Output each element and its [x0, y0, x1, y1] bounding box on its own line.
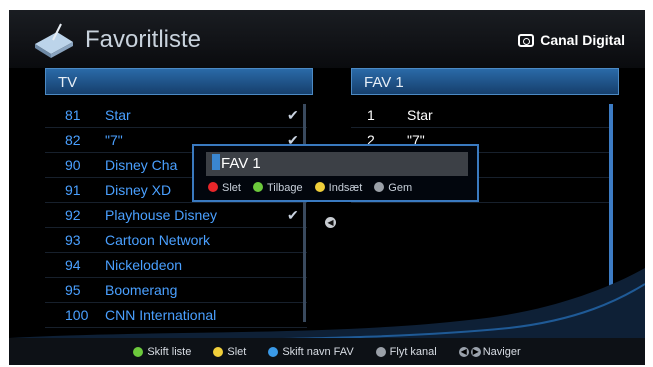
fav-channel-name: Star: [407, 107, 433, 123]
channel-name: "7": [105, 132, 123, 148]
color-button-icon: [314, 182, 325, 192]
channel-number: 92: [65, 207, 81, 223]
canal-digital-icon: [518, 33, 535, 47]
channel-name: Cartoon Network: [105, 232, 211, 248]
footer-hint-3: Flyt kanal: [375, 345, 437, 358]
dialog-action-tilbage[interactable]: Tilbage: [252, 182, 303, 194]
channel-number: 81: [65, 107, 81, 123]
fav-channel-number: 1: [367, 107, 375, 123]
footer-hint-4: ◀ ▶ Naviger: [458, 345, 521, 358]
dialog-action-gem[interactable]: Gem: [374, 182, 412, 194]
channel-number: 93: [65, 232, 81, 248]
favorite-name-value: FAV 1: [221, 155, 261, 172]
color-button-icon: [213, 346, 224, 357]
channel-name: Disney XD: [105, 182, 172, 198]
tv-list-header[interactable]: TV: [45, 68, 313, 95]
color-button-icon: [374, 182, 385, 192]
color-button-icon: [268, 346, 279, 357]
footer-hint-label: Skift liste: [147, 345, 192, 358]
color-button-icon: [252, 182, 263, 192]
favorite-name-input[interactable]: FAV 1: [206, 152, 468, 176]
dialog-action-label: Gem: [388, 182, 413, 194]
tv-channel-row[interactable]: 81 Star ✔: [45, 103, 307, 128]
tv-channel-row[interactable]: 93 Cartoon Network: [45, 228, 307, 253]
brand-logo: Canal Digital: [518, 32, 625, 48]
dialog-action-label: Tilbage: [266, 182, 303, 194]
footer-hint-label: Naviger: [482, 345, 521, 358]
rename-favorite-dialog: FAV 1 Slet Tilbage Indsæt Gem: [192, 144, 479, 202]
channel-name: Playhouse Disney: [105, 207, 218, 223]
channel-name: Disney Cha: [105, 157, 178, 173]
checkmark-icon: ✔: [287, 107, 299, 123]
footer-hint-0: Skift liste: [133, 346, 191, 358]
channel-name: Star: [105, 107, 131, 123]
checkmark-icon: ✔: [287, 207, 299, 223]
tv-channel-row[interactable]: 92 Playhouse Disney ✔: [45, 203, 307, 228]
move-left-arrow-icon[interactable]: ◀: [325, 217, 336, 228]
dialog-action-label: Indsæt: [328, 182, 363, 194]
header-bar: Favoritliste Canal Digital: [9, 10, 645, 68]
channel-number: 91: [65, 182, 81, 198]
right-arrow-icon: ▶: [470, 346, 481, 357]
channel-number: 90: [65, 157, 81, 173]
footer-hint-label: Skift navn FAV: [282, 345, 354, 358]
page-title: Favoritliste: [85, 26, 202, 53]
footer-hint-label: Slet: [227, 345, 247, 358]
channel-number: 82: [65, 132, 81, 148]
favorites-logo-icon: [35, 23, 73, 58]
fav-channel-row[interactable]: 1 Star: [351, 103, 613, 128]
dialog-action-slet[interactable]: Slet: [208, 182, 241, 194]
color-button-icon: [208, 182, 218, 192]
dialog-actions: Slet Tilbage Indsæt Gem: [208, 182, 412, 194]
dialog-action-indsæt[interactable]: Indsæt: [314, 182, 363, 194]
color-button-icon: [375, 346, 386, 357]
text-cursor: [212, 154, 220, 170]
dialog-action-label: Slet: [222, 182, 241, 194]
color-button-icon: [133, 346, 144, 357]
footer-hint-label: Flyt kanal: [389, 345, 437, 358]
brand-name: Canal Digital: [540, 32, 625, 48]
footer-hint-1: Slet: [213, 346, 246, 358]
footer-help-bar: Skift liste Slet Skift navn FAV Flyt kanal ◀…: [9, 338, 645, 365]
tv-screen: Favoritliste Canal Digital TV FAV 1 81 S…: [9, 10, 645, 365]
fav-list-header[interactable]: FAV 1: [351, 68, 619, 95]
left-arrow-icon: ◀: [458, 346, 469, 357]
footer-hint-2: Skift navn FAV: [268, 345, 354, 358]
